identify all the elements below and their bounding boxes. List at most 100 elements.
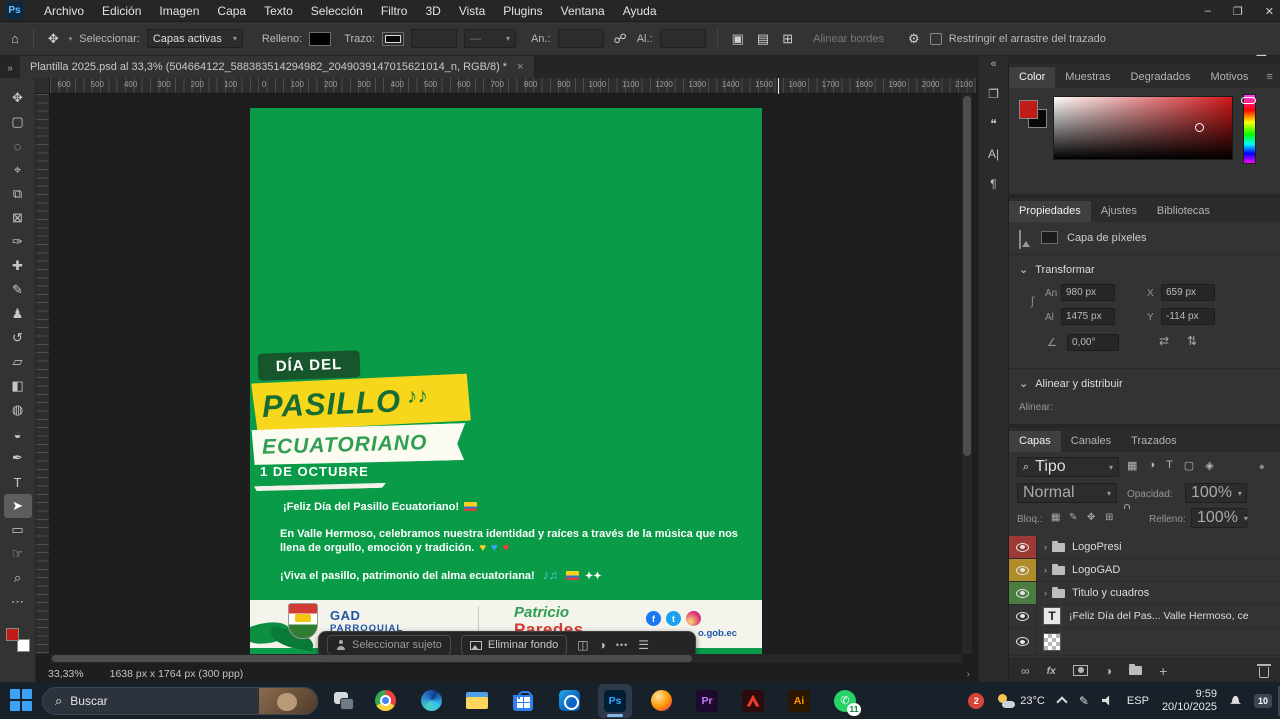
firefox-icon[interactable] [644,684,678,718]
visibility-toggle[interactable] [1009,628,1037,655]
document-tab[interactable]: Plantilla 2025.psd al 33,3% (504664122_5… [20,56,535,78]
blur-tool[interactable]: ◍ [4,398,32,422]
align-section-header[interactable]: ⌄ Alinear y distribuir [1019,377,1123,390]
filter-pixel-icon[interactable]: ▦ [1127,459,1137,472]
opacity-dropdown[interactable]: 100%▾ [1185,483,1247,503]
menu-vista[interactable]: Vista [450,4,494,18]
whatsapp-icon[interactable]: ✆ 11 [828,684,862,718]
premiere-icon[interactable]: Pr [690,684,724,718]
lock-pixels-icon[interactable]: ✎ [1069,512,1077,523]
filter-type-icon[interactable]: T [1166,459,1173,472]
fill-dropdown[interactable]: 100%▾ [1191,508,1247,528]
more-options-icon[interactable]: ••• [616,640,628,650]
remove-background-button[interactable]: Eliminar fondo [461,635,567,655]
menu-seleccion[interactable]: Selección [302,4,372,18]
height-field[interactable]: 1475 px [1061,308,1115,325]
notification-bell-icon[interactable] [1230,696,1241,706]
eyedropper-tool[interactable]: ✑ [4,230,32,254]
rectangle-tool[interactable]: ▭ [4,518,32,542]
new-group-icon[interactable] [1129,666,1142,675]
photoshop-taskbar-icon[interactable]: Ps [598,684,632,718]
horizontal-scroll-thumb[interactable] [52,655,692,662]
path-alignment-icon[interactable]: ▤ [754,31,772,47]
foreground-background-swatches[interactable] [6,628,30,652]
blend-mode-dropdown[interactable]: Normal▾ [1017,483,1117,503]
filter-toggle-icon[interactable]: • [1259,459,1265,477]
menu-texto[interactable]: Texto [255,4,302,18]
foreground-swatch[interactable] [6,628,19,641]
width-field[interactable]: 980 px [1061,284,1115,301]
layer-row[interactable]: › LogoGAD [1009,559,1280,582]
clock[interactable]: 9:59 20/10/2025 [1162,688,1217,714]
y-field[interactable]: -114 px [1161,308,1215,325]
edge-icon[interactable] [414,684,448,718]
outlook-icon[interactable] [552,684,586,718]
minimize-icon[interactable]: – [1205,5,1211,17]
stroke-type-dropdown[interactable]: —▾ [464,29,516,48]
layer-row[interactable]: T ¡Feliz Día del Pas... Valle Hermoso, c… [1009,605,1280,628]
adjustment-layer-icon[interactable]: ◑ [1105,664,1112,678]
link-dimensions-icon[interactable]: ☍ [611,31,630,47]
search-highlight-image[interactable] [259,688,317,715]
color-field[interactable] [1053,96,1233,160]
scroll-right-icon[interactable]: › [967,668,971,680]
height-input[interactable] [660,29,706,48]
language-indicator[interactable]: ESP [1127,695,1149,707]
hidden-icons-chevron[interactable] [1056,696,1067,707]
tab-canales[interactable]: Canales [1061,431,1121,452]
visibility-toggle[interactable] [1009,582,1037,604]
object-selection-tool[interactable]: ⌖ [4,158,32,182]
lock-artboard-icon[interactable]: ⊞ [1105,512,1113,523]
hue-marker[interactable] [1241,97,1256,104]
visibility-toggle[interactable] [1009,605,1037,627]
layer-filter-dropdown[interactable]: ⌕ Tipo ▾ [1017,457,1119,477]
task-view-button[interactable] [332,689,356,713]
layer-row[interactable] [1009,628,1280,656]
gear-icon[interactable]: ⚙ [905,31,923,47]
angle-field[interactable]: 0,00° [1067,334,1119,351]
delete-layer-icon[interactable] [1259,667,1269,678]
close-tab-icon[interactable]: × [517,61,523,73]
chrome-icon[interactable] [368,684,402,718]
color-field-marker[interactable] [1195,123,1204,132]
brush-tool[interactable]: ✎ [4,278,32,302]
adjustment-icon[interactable]: ◑ [599,638,606,652]
tab-muestras[interactable]: Muestras [1055,67,1120,88]
vertical-scroll-thumb[interactable] [963,96,971,456]
clone-stamp-tool[interactable]: ♟ [4,302,32,326]
filter-adjustment-icon[interactable]: ◑ [1148,459,1155,472]
group-caret-icon[interactable]: › [1044,542,1047,552]
link-layers-icon[interactable]: ∞ [1021,664,1030,678]
flip-horizontal-icon[interactable]: ⇄ [1159,334,1169,348]
menu-filtro[interactable]: Filtro [372,4,417,18]
volume-icon[interactable] [1102,696,1114,706]
gradient-tool[interactable]: ◧ [4,374,32,398]
marquee-tool[interactable]: ▢ [4,110,32,134]
tool-preset-icon[interactable]: ✥ [45,31,62,47]
comments-panel-icon[interactable]: ❝ [982,112,1006,136]
move-tool[interactable]: ✥ [4,86,32,110]
constrain-checkbox[interactable] [930,33,942,45]
history-brush-tool[interactable]: ↺ [4,326,32,350]
eraser-tool[interactable]: ▱ [4,350,32,374]
tray-alert-badge[interactable]: 2 [968,693,984,709]
panel-menu-icon[interactable]: ≡ [1258,71,1280,88]
frame-tool[interactable]: ⊠ [4,206,32,230]
horizontal-scrollbar[interactable] [50,654,962,663]
acrobat-icon[interactable] [736,684,770,718]
hue-slider[interactable] [1243,94,1256,164]
tab-bibliotecas[interactable]: Bibliotecas [1147,201,1220,222]
group-caret-icon[interactable]: › [1044,588,1047,598]
menu-3d[interactable]: 3D [416,4,449,18]
weather-widget[interactable]: 23°C [997,694,1045,708]
restore-icon[interactable]: ❐ [1233,5,1243,18]
pen-tray-icon[interactable]: ✎ [1079,694,1089,708]
close-icon[interactable]: ✕ [1265,5,1274,18]
group-caret-icon[interactable]: › [1044,565,1047,575]
path-operations-icon[interactable]: ▣ [729,31,747,47]
width-input[interactable] [558,29,604,48]
layer-row[interactable]: › Titulo y cuadros [1009,582,1280,605]
dodge-tool[interactable]: ◒ [4,422,32,446]
stroke-width-input[interactable] [411,29,457,48]
menu-ventana[interactable]: Ventana [552,4,614,18]
